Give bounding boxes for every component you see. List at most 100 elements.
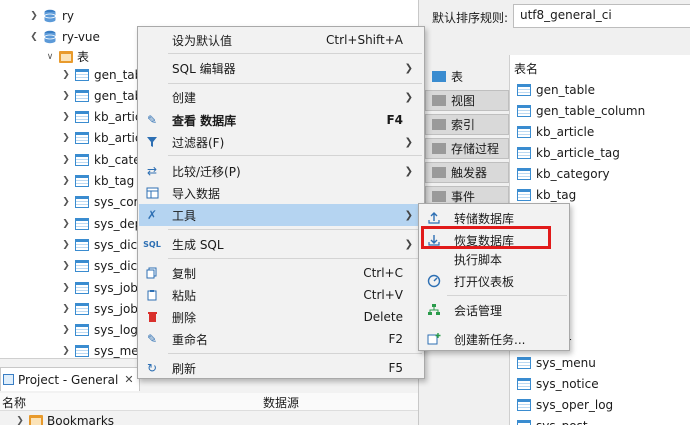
tree-node-table[interactable]: ❯ sys_dep: [60, 213, 142, 234]
tab-indexes[interactable]: 索引: [425, 114, 509, 135]
collation-field[interactable]: utf8_general_ci: [513, 4, 690, 28]
table-icon: [75, 281, 89, 294]
expand-arrow-icon[interactable]: ❯: [60, 112, 72, 122]
filter-icon: [139, 136, 165, 148]
tree-node-table[interactable]: ❯ sys_dic: [60, 234, 137, 255]
expand-arrow-icon[interactable]: ❯: [60, 176, 72, 186]
tree-node-label: kb_cate: [94, 152, 141, 167]
tree-node-label: sys_log: [94, 323, 138, 338]
menu-item-create[interactable]: 创建 ❯: [139, 86, 423, 108]
tree-node-table[interactable]: ❯ kb_tag: [60, 171, 134, 192]
table-list-item[interactable]: kb_tag: [514, 184, 576, 205]
menu-item-sql-editor[interactable]: SQL 编辑器 ❯: [139, 57, 423, 79]
context-menu: 设为默认值 Ctrl+Shift+A SQL 编辑器 ❯ 创建 ❯ ✎ 查看 数…: [137, 26, 425, 379]
table-icon: [75, 89, 89, 102]
expand-arrow-icon[interactable]: ❯: [60, 240, 72, 250]
tab-views[interactable]: 视图: [425, 90, 509, 111]
expand-arrow-icon[interactable]: ❯: [60, 304, 72, 314]
table-list-item[interactable]: kb_category: [514, 163, 610, 184]
column-header-datasource[interactable]: 数据源: [263, 394, 299, 411]
menu-separator: [168, 53, 422, 54]
tree-node-table[interactable]: ❯ kb_artic: [60, 107, 142, 128]
menu-separator: [168, 229, 422, 230]
menu-item-rename[interactable]: ✎ 重命名 F2: [139, 328, 423, 350]
menu-item-refresh[interactable]: ↻ 刷新 F5: [139, 357, 423, 379]
table-list-item[interactable]: sys_oper_log: [514, 394, 613, 415]
table-list-item-label: sys_oper_log: [536, 397, 614, 412]
submenu-item-open-dashboard[interactable]: 打开仪表板: [420, 270, 568, 292]
expand-arrow-icon[interactable]: ❯: [60, 70, 72, 80]
menu-item-copy[interactable]: 复制 Ctrl+C: [139, 262, 423, 284]
folder-icon: [59, 50, 73, 63]
menu-item-compare-migrate[interactable]: ⇄ 比较/迁移(P) ❯: [139, 160, 423, 182]
database-icon: [44, 9, 56, 22]
expand-arrow-icon[interactable]: ❯: [28, 11, 40, 21]
expand-arrow-icon[interactable]: ❯: [60, 219, 72, 229]
expand-arrow-icon[interactable]: ❯: [60, 325, 72, 335]
table-list-item[interactable]: kb_article: [514, 121, 594, 142]
submenu-item-execute-script[interactable]: 执行脚本: [420, 248, 568, 270]
menu-item-paste[interactable]: 粘贴 Ctrl+V: [139, 284, 423, 306]
collapse-arrow-icon[interactable]: ❮: [28, 32, 40, 42]
menu-item-view-database[interactable]: ✎ 查看 数据库 F4: [139, 109, 423, 131]
tree-node-label: sys_dic: [94, 237, 138, 252]
tree-node-table[interactable]: ❯ sys_cor: [60, 192, 138, 213]
expand-arrow-icon[interactable]: ❯: [60, 155, 72, 165]
table-list-item[interactable]: sys_post: [514, 415, 588, 425]
tab-procedures[interactable]: 存储过程: [425, 138, 509, 159]
folder-icon: [432, 167, 446, 178]
menu-item-delete[interactable]: 删除 Delete: [139, 306, 423, 328]
expand-arrow-icon[interactable]: ❯: [60, 133, 72, 143]
tree-node-table[interactable]: ❯ kb_cate: [60, 149, 141, 170]
tree-node-label: 表: [77, 50, 90, 64]
tab-tables[interactable]: 表: [425, 66, 509, 87]
menu-item-generate-sql[interactable]: SQL 生成 SQL ❯: [139, 233, 423, 255]
collation-label: 默认排序规则:: [432, 11, 509, 25]
close-icon[interactable]: ✕: [124, 373, 133, 386]
tree-node-table[interactable]: ❯ kb_artic: [60, 128, 141, 149]
expand-arrow-icon[interactable]: ❯: [60, 346, 72, 356]
expand-arrow-icon[interactable]: ❯: [60, 283, 72, 293]
menu-item-import-data[interactable]: 导入数据: [139, 182, 423, 204]
tree-node-table[interactable]: ❯ sys_log: [60, 320, 138, 341]
tree-node-table[interactable]: ❯ gen_tab: [60, 85, 142, 106]
tree-node-label: sys_cor: [94, 195, 139, 210]
tree-node-label: sys_me: [94, 344, 139, 358]
menu-item-filter[interactable]: 过滤器(F) ❯: [139, 131, 423, 153]
table-icon: [75, 153, 89, 166]
menu-item-set-default[interactable]: 设为默认值 Ctrl+Shift+A: [139, 29, 423, 51]
expand-arrow-icon[interactable]: ❯: [60, 197, 72, 207]
collapse-arrow-icon[interactable]: ∨: [44, 52, 56, 62]
tree-node-table[interactable]: ❯ sys_job: [60, 298, 138, 319]
menu-separator: [168, 155, 422, 156]
bookmarks-node[interactable]: ❯ Bookmarks: [14, 414, 114, 425]
table-list-header[interactable]: 表名: [514, 60, 538, 77]
expand-arrow-icon[interactable]: ❯: [60, 261, 72, 271]
table-list-item[interactable]: sys_menu: [514, 352, 596, 373]
submenu-item-create-task[interactable]: 创建新任务...: [420, 328, 568, 350]
table-list-item[interactable]: gen_table_column: [514, 100, 645, 121]
submenu-item-session-manager[interactable]: 会话管理: [420, 299, 568, 321]
table-list-item[interactable]: kb_article_tag: [514, 142, 620, 163]
tree-node-table[interactable]: ❯ sys_job: [60, 277, 138, 298]
tree-node-table[interactable]: ❯ sys_me: [60, 341, 139, 358]
tree-node-table[interactable]: ❯ sys_dic: [60, 256, 137, 277]
tree-node-ry-vue[interactable]: ❮ ry-vue: [28, 26, 100, 47]
tree-node-ry[interactable]: ❯ ry: [28, 5, 74, 26]
table-icon: [517, 167, 531, 180]
table-list-item[interactable]: sys_notice: [514, 373, 599, 394]
tree-node-table[interactable]: ❯ gen_tab: [60, 64, 142, 85]
folder-icon: [432, 143, 446, 154]
table-icon: [75, 238, 89, 251]
tab-triggers[interactable]: 触发器: [425, 162, 509, 183]
expand-arrow-icon[interactable]: ❯: [60, 91, 72, 101]
tab-project-general[interactable]: Project - General ✕: [0, 367, 140, 391]
tree-node-label: kb_artic: [94, 110, 142, 125]
table-list-item-label: kb_category: [536, 166, 610, 181]
project-columns: 名称 数据源: [0, 393, 418, 411]
menu-item-tools[interactable]: ✗ 工具 ❯: [139, 204, 423, 226]
table-list-item[interactable]: gen_table: [514, 79, 595, 100]
dashboard-icon: [426, 273, 442, 289]
expand-arrow-icon[interactable]: ❯: [14, 416, 26, 425]
column-header-name[interactable]: 名称: [2, 394, 26, 411]
